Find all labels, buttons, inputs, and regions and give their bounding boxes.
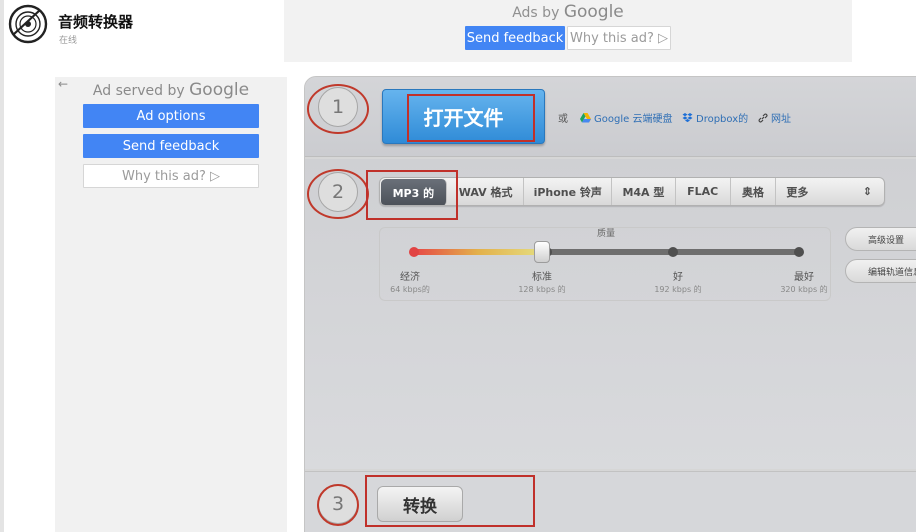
annotation-rectangle [407,94,535,142]
ad-served-text: Ad served by [92,83,185,99]
tab-wav[interactable]: WAV 格式 [448,178,525,205]
ad-served-label: Ad served by Google [55,80,287,100]
quality-level-name: 标准 [532,272,552,283]
ad-options-button[interactable]: Ad options [83,104,259,128]
app-subtitle: 在线 [59,36,78,46]
edit-track-info-button[interactable]: 编辑轨道信息 [845,259,916,283]
google-wordmark: Google [563,2,624,22]
more-formats-label: 更多 [786,185,809,199]
dropbox-icon [682,112,693,122]
select-arrows-icon: ⇕ [862,185,873,198]
quality-stop[interactable] [409,247,419,257]
quality-level-kbps: 128 kbps 的 [518,285,566,294]
converter-panel: 1 打开文件 或 Google 云端硬盘 Dropbox的 网址 2 MP3 的… [304,76,916,532]
left-ad-panel: ← Ad served by Google Ad options Send fe… [55,77,287,532]
tab-iphone-ringtone[interactable]: iPhone 铃声 [524,178,613,205]
dropbox-link[interactable]: Dropbox的 [682,110,748,125]
quality-level-kbps: 192 kbps 的 [654,285,702,294]
tab-ogg[interactable]: 奥格 [731,178,777,205]
top-ad-banner: Ads by Google Send feedback Why this ad?… [284,0,852,62]
app-title: 音频转换器 [58,13,134,31]
tab-m4a[interactable]: M4A 型 [612,178,676,205]
or-label: 或 [558,114,568,125]
google-drive-label: Google 云端硬盘 [594,114,673,125]
open-file-section: 1 打开文件 或 Google 云端硬盘 Dropbox的 网址 [305,77,916,157]
link-icon [758,113,768,122]
annotation-circle [307,84,369,134]
annotation-rectangle [366,170,458,220]
quality-slider-handle[interactable] [534,241,551,263]
quality-slider-fill [413,249,543,255]
quality-level-kbps: 64 kbps的 [390,285,430,294]
quality-slider[interactable] [409,241,804,263]
more-formats-select[interactable]: 更多 ⇕ [776,178,884,205]
url-label: 网址 [771,114,791,125]
url-link[interactable]: 网址 [758,110,791,125]
google-wordmark: Google [189,80,250,100]
send-feedback-button[interactable]: Send feedback [83,134,259,158]
tab-flac[interactable]: FLAC [676,178,731,205]
vinyl-disc-icon[interactable] [8,4,48,44]
why-this-ad-button[interactable]: Why this ad? ▷ [83,164,259,188]
quality-stop[interactable] [668,247,678,257]
quality-stop[interactable] [794,247,804,257]
annotation-circle [317,484,359,526]
why-this-ad-button[interactable]: Why this ad? ▷ [567,26,671,50]
send-feedback-button[interactable]: Send feedback [465,26,565,50]
dropbox-label: Dropbox的 [696,114,749,125]
convert-section: 3 转换 [305,471,916,532]
google-drive-icon [580,112,591,122]
quality-level-name: 最好 [794,272,814,283]
ads-by-label: Ads by Google [284,2,852,22]
google-drive-link[interactable]: Google 云端硬盘 [580,110,672,125]
quality-level-kbps: 320 kbps 的 [780,285,828,294]
window-edge [0,0,4,532]
quality-level-name: 经济 [400,272,420,283]
quality-slider-box: 质量 经济 64 kbps的 标准 128 kbps 的 好 192 kbps … [379,227,831,301]
advanced-settings-button[interactable]: 高级设置 [845,227,916,251]
quality-level-name: 好 [673,272,683,283]
annotation-circle [307,169,369,219]
annotation-rectangle [365,475,535,527]
ads-by-text: Ads by [512,5,560,21]
quality-label: 质量 [596,229,615,239]
